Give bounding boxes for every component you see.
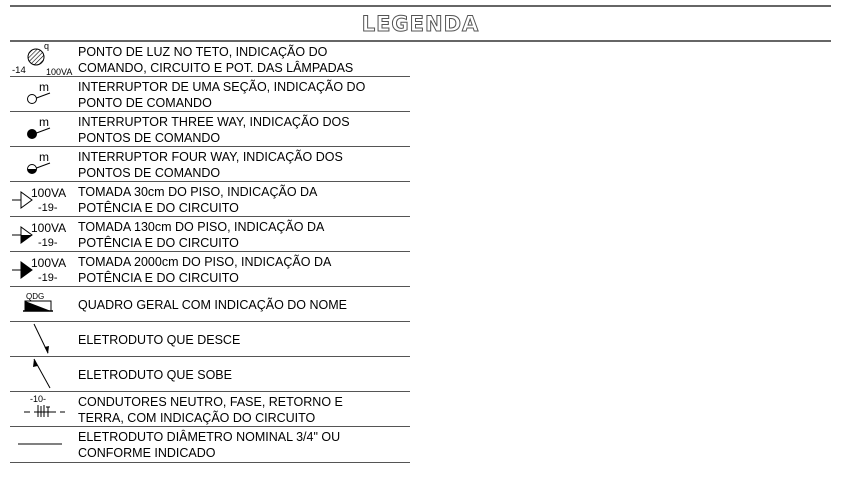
legend-row-three-way-switch: m INTERRUPTOR THREE WAY, INDICAÇÃO DOS P… [10, 112, 410, 147]
conduit-up-icon [10, 357, 78, 392]
ceiling-light-icon: q -14 100VA [10, 41, 78, 77]
main-panel-icon: QDG [10, 287, 78, 322]
legend-row-outlet-high: 100VA -19- TOMADA 2000cm DO PISO, INDICA… [10, 252, 410, 287]
outlet-power-label: 100VA [31, 256, 66, 270]
legend-row-conduit-line: ELETRODUTO DIÂMETRO NOMINAL 3/4" OU CONF… [10, 427, 410, 463]
legend-table: q -14 100VA PONTO DE LUZ NO TETO, INDICA… [10, 41, 410, 463]
panel-name-label: QDG [26, 292, 44, 301]
legend-description: INTERRUPTOR FOUR WAY, INDICAÇÃO DOS PONT… [78, 149, 343, 180]
legend-description: ELETRODUTO DIÂMETRO NOMINAL 3/4" OU CONF… [78, 429, 341, 460]
outlet-power-label: 100VA [31, 186, 66, 200]
legend-row-conduit-up: ELETRODUTO QUE SOBE [10, 357, 410, 392]
legend-title: LEGENDA [361, 12, 480, 37]
switch-command-label: m [39, 115, 49, 129]
legend-row-four-way-switch: m INTERRUPTOR FOUR WAY, INDICAÇÃO DOS PO… [10, 147, 410, 182]
legend-row-ceiling-light: q -14 100VA PONTO DE LUZ NO TETO, INDICA… [10, 41, 410, 77]
legend-row-conduit-down: ELETRODUTO QUE DESCE [10, 322, 410, 357]
outlet-low-icon: 100VA -19- [10, 182, 78, 217]
legend-description: QUADRO GERAL COM INDICAÇÃO DO NOME [78, 297, 348, 312]
light-circuit-label: -14 [12, 65, 26, 76]
legend-row-outlet-low: 100VA -19- TOMADA 30cm DO PISO, INDICAÇÃ… [10, 182, 410, 217]
title-rule-top [10, 5, 831, 7]
legend-row-outlet-mid: 100VA -19- TOMADA 130cm DO PISO, INDICAÇ… [10, 217, 410, 252]
legend-description: INTERRUPTOR THREE WAY, INDICAÇÃO DOS PON… [78, 114, 350, 145]
legend-description: CONDUTORES NEUTRO, FASE, RETORNO E TERRA… [78, 394, 343, 425]
legend-row-main-panel: QDG QUADRO GERAL COM INDICAÇÃO DO NOME [10, 287, 410, 322]
switch-command-label: m [39, 150, 49, 164]
outlet-high-icon: 100VA -19- [10, 252, 78, 287]
outlet-power-label: 100VA [31, 221, 66, 235]
three-way-switch-icon: m [10, 112, 78, 147]
legend-description: ELETRODUTO QUE SOBE [78, 367, 232, 382]
legend-description: TOMADA 30cm DO PISO, INDICAÇÃO DA POTÊNC… [78, 184, 318, 215]
legend-description: TOMADA 2000cm DO PISO, INDICAÇÃO DA POTÊ… [78, 254, 332, 285]
legend-description: ELETRODUTO QUE DESCE [78, 332, 241, 347]
conduit-down-icon [10, 322, 78, 357]
conductors-icon: -10- [10, 392, 78, 427]
outlet-circuit-label: -19- [38, 272, 58, 284]
conduit-line-icon [10, 427, 78, 462]
legend-row-conductors: -10- CONDUTORES NEUTRO, FASE, RETORNO E … [10, 392, 410, 427]
legend-description: TOMADA 130cm DO PISO, INDICAÇÃO DA POTÊN… [78, 219, 325, 250]
conductor-circuit-label: -10- [30, 394, 46, 404]
four-way-switch-icon: m [10, 147, 78, 182]
outlet-circuit-label: -19- [38, 237, 58, 249]
legend-row-single-switch: m INTERRUPTOR DE UMA SEÇÃO, INDICAÇÃO DO… [10, 77, 410, 112]
light-power-label: 100VA [46, 67, 72, 77]
light-command-label: q [44, 41, 49, 51]
outlet-mid-icon: 100VA -19- [10, 217, 78, 252]
legend-description: INTERRUPTOR DE UMA SEÇÃO, INDICAÇÃO DO P… [78, 79, 366, 110]
outlet-circuit-label: -19- [38, 202, 58, 214]
legend-description: PONTO DE LUZ NO TETO, INDICAÇÃO DO COMAN… [78, 44, 354, 75]
switch-command-label: m [39, 80, 49, 94]
single-switch-icon: m [10, 77, 78, 112]
